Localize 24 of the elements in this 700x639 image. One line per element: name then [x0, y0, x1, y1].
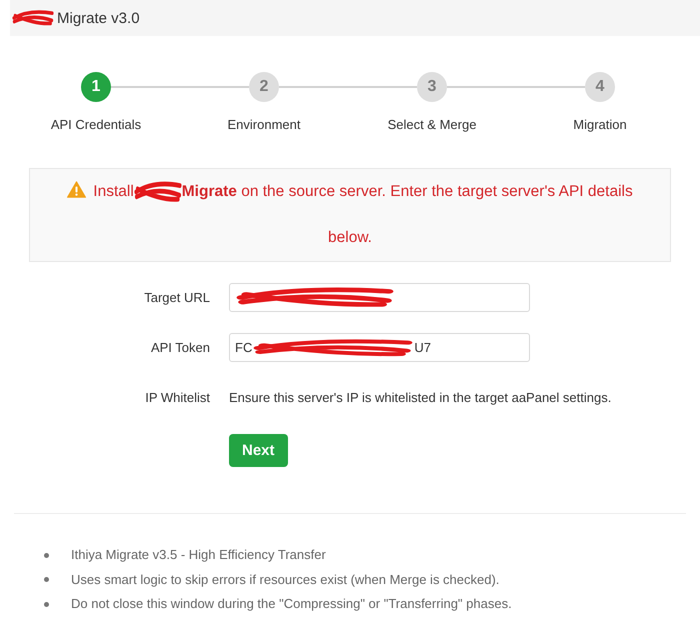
field-label: API Token	[150, 340, 210, 355]
window-title: Migrate v3.0	[57, 10, 140, 26]
step-number: 2	[249, 72, 279, 102]
bullet-icon	[44, 577, 49, 582]
note-text: Do not close this window during the "Compressing" or "Transferring" phases.	[71, 595, 512, 613]
bullet-icon	[44, 602, 49, 607]
step-number: 3	[417, 72, 447, 102]
target-url-field[interactable]	[229, 283, 530, 312]
step-label: Environment	[228, 117, 300, 133]
step-number: 1	[81, 72, 111, 102]
bullet-icon	[44, 552, 49, 558]
step-number: 4	[585, 72, 615, 102]
field-label: Target URL	[144, 290, 210, 305]
whitelist-hint-text: Ensure this server's IP is whitelisted in the target aaPanel settings.	[229, 389, 612, 407]
step-label: API Credentials	[50, 117, 142, 133]
api-token-field[interactable]: FC U7	[229, 333, 530, 362]
warning-icon	[67, 181, 86, 198]
step-label: Select & Merge	[388, 117, 476, 133]
note-text: Ithiya Migrate v3.5 - High Efficiency Transfer	[71, 546, 326, 564]
notice-text: Migrate on the source server. Enter the target server's API details below.	[182, 183, 633, 246]
step-label: Migration	[573, 117, 627, 133]
note-text: Uses smart logic to skip errors if resources exist (when Merge is checked).	[71, 570, 500, 589]
field-label: IP Whitelist	[145, 390, 210, 405]
notice-text: Install	[93, 183, 134, 200]
